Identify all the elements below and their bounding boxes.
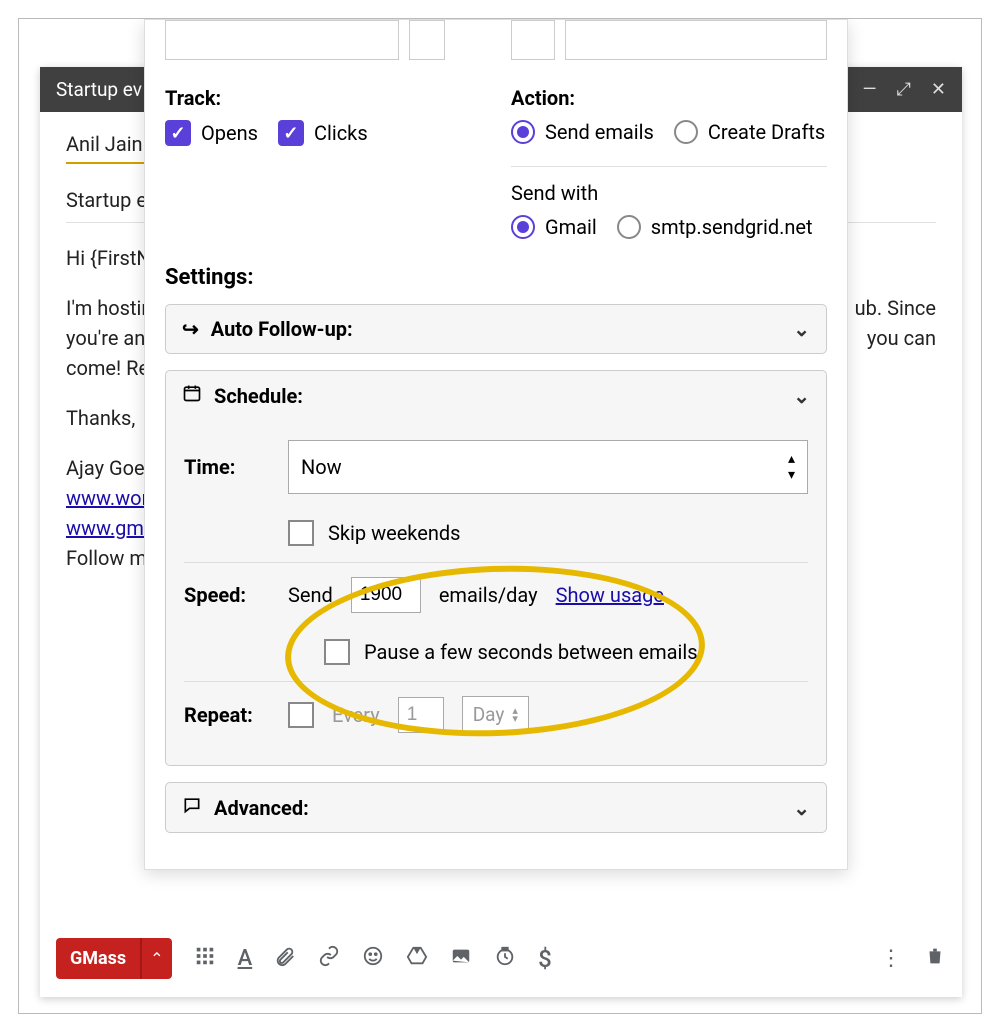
text-format-icon[interactable]: A bbox=[238, 946, 253, 971]
speed-unit: emails/day bbox=[439, 583, 538, 607]
speed-input[interactable] bbox=[351, 577, 421, 613]
pause-checkbox[interactable] bbox=[324, 639, 350, 665]
input-placeholder-3[interactable] bbox=[511, 20, 555, 60]
window-controls: — ⤢ ✕ bbox=[862, 79, 946, 100]
more-icon[interactable]: ⋮ bbox=[880, 946, 902, 971]
sendwith-label: Send with bbox=[511, 181, 827, 205]
share-icon: ↪ bbox=[182, 317, 199, 341]
action-send-radio[interactable]: Send emails bbox=[511, 120, 654, 144]
calendar-icon bbox=[182, 383, 202, 408]
radio-icon bbox=[511, 120, 535, 144]
check-icon: ✓ bbox=[278, 120, 304, 146]
gmass-settings-panel: Track: ✓ Opens ✓ Clicks Acti bbox=[144, 19, 848, 870]
auto-followup-toggle[interactable]: ↪ Auto Follow-up: ⌄ bbox=[166, 305, 826, 353]
compose-toolbar: GMass ⌃ A $ bbox=[40, 928, 962, 997]
speed-label: Speed: bbox=[184, 583, 270, 607]
advanced-toggle[interactable]: Advanced: ⌄ bbox=[166, 783, 826, 832]
repeat-count-input[interactable] bbox=[398, 697, 444, 733]
gmass-button[interactable]: GMass bbox=[56, 938, 140, 979]
track-label: Track: bbox=[165, 86, 445, 110]
repeat-every-text: Every bbox=[332, 703, 380, 727]
chevron-down-icon: ⌄ bbox=[793, 796, 810, 820]
dollar-icon[interactable]: $ bbox=[538, 945, 552, 973]
photo-icon[interactable] bbox=[450, 945, 472, 973]
gmass-button-group: GMass ⌃ bbox=[56, 938, 172, 979]
chat-icon bbox=[182, 795, 202, 820]
advanced-section: Advanced: ⌄ bbox=[165, 782, 827, 833]
action-label: Action: bbox=[511, 86, 827, 110]
attach-icon[interactable] bbox=[274, 945, 296, 973]
action-drafts-radio[interactable]: Create Drafts bbox=[674, 120, 825, 144]
track-opens-checkbox[interactable]: ✓ Opens bbox=[165, 120, 258, 146]
updown-icon: ▴▾ bbox=[512, 707, 518, 723]
link-icon[interactable] bbox=[318, 945, 340, 973]
formatting-grid-icon[interactable] bbox=[194, 945, 216, 973]
repeat-checkbox[interactable] bbox=[288, 702, 314, 728]
compose-title: Startup ev bbox=[56, 78, 142, 101]
sendwith-gmail-radio[interactable]: Gmail bbox=[511, 215, 597, 239]
expand-icon[interactable]: ⤢ bbox=[897, 79, 911, 100]
speed-send-text: Send bbox=[288, 583, 333, 607]
chevron-down-icon: ⌄ bbox=[793, 384, 810, 408]
repeat-label: Repeat: bbox=[184, 703, 270, 727]
check-icon: ✓ bbox=[165, 120, 191, 146]
radio-icon bbox=[511, 215, 535, 239]
repeat-unit-select[interactable]: Day ▴▾ bbox=[462, 696, 529, 733]
frame: Startup ev — ⤢ ✕ Anil Jain ( Startup ev … bbox=[18, 18, 982, 1014]
input-placeholder-1[interactable] bbox=[165, 20, 399, 60]
input-placeholder-4[interactable] bbox=[565, 20, 827, 60]
sendwith-smtp-radio[interactable]: smtp.sendgrid.net bbox=[617, 215, 813, 239]
updown-icon: ▴▾ bbox=[788, 451, 795, 483]
skip-weekends-checkbox[interactable] bbox=[288, 520, 314, 546]
gmass-caret-button[interactable]: ⌃ bbox=[140, 938, 171, 979]
minimize-icon[interactable]: — bbox=[862, 79, 876, 100]
auto-followup-section: ↪ Auto Follow-up: ⌄ bbox=[165, 304, 827, 354]
input-placeholder-2[interactable] bbox=[409, 20, 445, 60]
recipient-chip[interactable]: Anil Jain ( bbox=[66, 132, 154, 164]
emoji-icon[interactable] bbox=[362, 945, 384, 973]
time-label: Time: bbox=[184, 455, 270, 479]
time-dropdown[interactable]: Now ▴▾ bbox=[288, 440, 808, 494]
pause-label: Pause a few seconds between emails bbox=[364, 640, 698, 664]
trash-icon[interactable] bbox=[924, 945, 946, 973]
skip-weekends-label: Skip weekends bbox=[328, 521, 461, 545]
schedule-section: Schedule: ⌄ Time: Now ▴▾ Skip weekends bbox=[165, 370, 827, 766]
schedule-toggle[interactable]: Schedule: ⌄ bbox=[166, 371, 826, 420]
radio-icon bbox=[674, 120, 698, 144]
close-icon[interactable]: ✕ bbox=[931, 79, 946, 100]
drive-icon[interactable] bbox=[406, 945, 428, 973]
show-usage-link[interactable]: Show usage bbox=[556, 583, 664, 607]
chevron-down-icon: ⌄ bbox=[793, 317, 810, 341]
confidential-icon[interactable] bbox=[494, 945, 516, 973]
radio-icon bbox=[617, 215, 641, 239]
settings-heading: Settings: bbox=[165, 265, 827, 290]
track-clicks-checkbox[interactable]: ✓ Clicks bbox=[278, 120, 368, 146]
